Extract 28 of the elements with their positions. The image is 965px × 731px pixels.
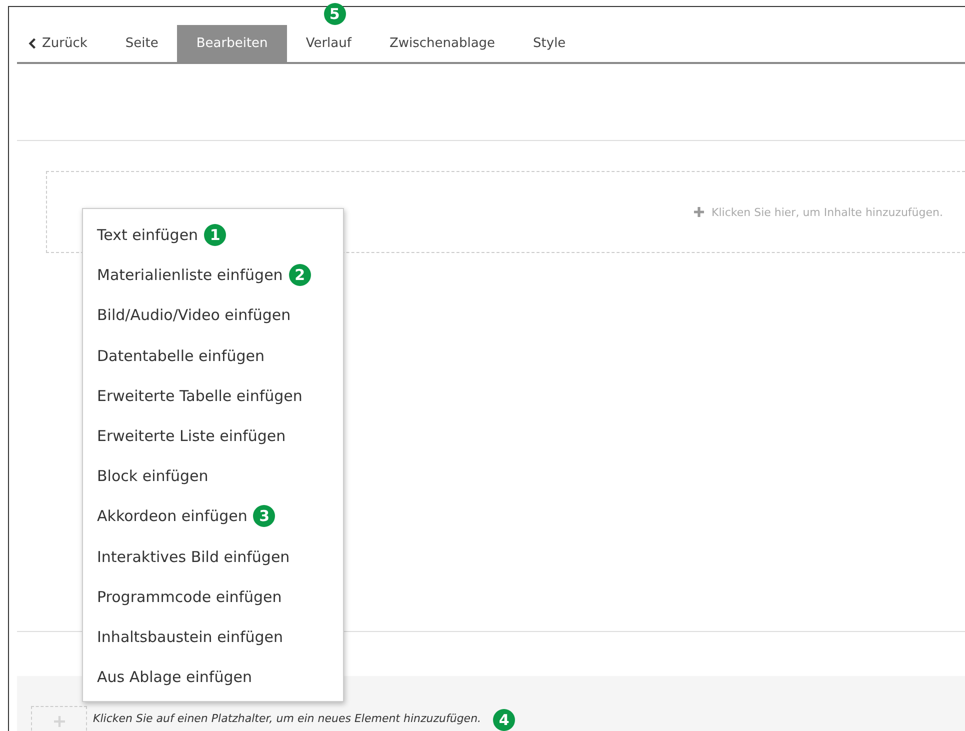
- tab[interactable]: Zwischenablage: [370, 25, 514, 62]
- number-badge: 5: [324, 3, 346, 25]
- menu-item[interactable]: Text einfügen: [97, 226, 198, 244]
- menu-item[interactable]: Bild/Audio/Video einfügen: [97, 306, 291, 324]
- number-badge: 2: [288, 264, 311, 286]
- placeholder-box[interactable]: [31, 706, 87, 731]
- menu-item[interactable]: Akkordeon einfügen: [97, 507, 248, 526]
- menu-item[interactable]: Block einfügen: [97, 467, 208, 486]
- chevron-left-icon: [28, 38, 37, 49]
- number-badge: 1: [204, 224, 226, 246]
- back-tab[interactable]: Zurück: [17, 25, 106, 62]
- menu-item[interactable]: Aus Ablage einfügen: [97, 668, 252, 686]
- menu-item[interactable]: Interaktives Bild einfügen: [97, 548, 290, 566]
- tab[interactable]: Verlauf: [286, 25, 370, 62]
- tab[interactable]: Style: [514, 25, 585, 62]
- menu-item[interactable]: Inhaltsbaustein einfügen: [97, 628, 284, 646]
- menu-item[interactable]: Datentabelle einfügen: [97, 346, 264, 365]
- plus-icon: [694, 207, 704, 217]
- dropzone-hint: Klicken Sie hier, um Inhalte hinzuzufügen.: [712, 206, 943, 218]
- menu-item[interactable]: Erweiterte Liste einfügen: [97, 427, 286, 446]
- tab[interactable]: Seite: [106, 25, 178, 62]
- menu-item[interactable]: Erweiterte Tabelle einfügen: [97, 386, 302, 405]
- number-badge: 3: [253, 505, 276, 528]
- menu-item[interactable]: Programmcode einfügen: [97, 588, 282, 606]
- footer-hint: Klicken Sie auf einen Platzhalter, um ein neues Element hinzuzufügen.: [93, 712, 482, 724]
- plus-icon: [54, 716, 64, 726]
- number-badge: 4: [493, 709, 516, 731]
- menu-item[interactable]: Materialienliste einfügen: [97, 266, 283, 284]
